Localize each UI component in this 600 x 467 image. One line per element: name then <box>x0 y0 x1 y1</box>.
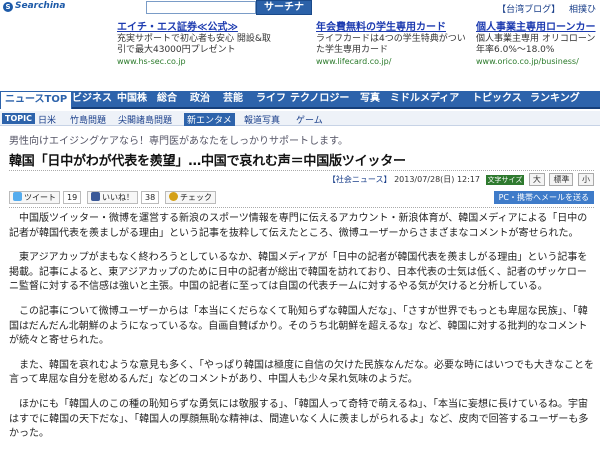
article-paragraph: また、韓国を哀れむような意見も多く、「やっぱり韓国は極度に自信の欠けた民族なんだ… <box>9 359 594 386</box>
topic-item[interactable]: 日米 <box>38 113 56 126</box>
ad-url[interactable]: www.lifecard.co.jp/ <box>316 57 471 66</box>
article-paragraph: ほかにも「韓国人のこの種の恥知らずな勇気には敬服する」、「韓国人って奇特で萌える… <box>9 398 589 440</box>
ad-text: ライフカードは4つの学生特典がついた学生専用カード <box>316 34 466 55</box>
like-label: いいね！ <box>102 193 134 202</box>
article-headline: 韓国「日中がわが代表を羨望」…中国で哀れむ声＝中国版ツイッター <box>9 154 406 169</box>
ad-url[interactable]: www.hs-sec.co.jp <box>117 57 272 66</box>
check-icon <box>169 192 178 201</box>
topic-item[interactable]: 報道写真 <box>244 113 280 126</box>
article-paragraph: 中国版ツイッター・微博を運営する新浪のスポーツ情報を専門に伝えるアカウント・新浪… <box>9 213 588 239</box>
like-button[interactable]: いいね！ <box>87 191 138 204</box>
site-logo[interactable]: S Searchina <box>3 1 66 14</box>
logo-text: Searchina <box>15 1 66 11</box>
article-category[interactable]: 【社会ニュース】 <box>328 175 392 184</box>
like-count: 38 <box>141 191 160 204</box>
topic-item-active[interactable]: 新エンタメ <box>184 113 235 126</box>
font-size-standard-button[interactable]: 標準 <box>549 173 574 186</box>
nav-technology[interactable]: テクノロジー <box>290 91 349 107</box>
topic-label: TOPIC <box>2 113 35 124</box>
check-label: チェック <box>180 193 212 202</box>
topic-item[interactable]: ゲーム <box>296 113 323 126</box>
tweet-count: 19 <box>63 191 82 204</box>
sponsored-subtitle[interactable]: 男性向けエイジングケアなら！専門医があなたをしっかりサポートします。 <box>9 132 348 147</box>
ad-title[interactable]: 年会費無料の学生専用カード <box>316 18 471 33</box>
nav-general[interactable]: 総合 <box>157 91 177 107</box>
article-date: 2013/07/28(日) 12:17 <box>394 175 481 184</box>
article-meta: 【社会ニュース】 2013/07/28(日) 12:17 文字サイズ 大 標準 … <box>328 173 594 186</box>
font-size-label: 文字サイズ <box>485 175 525 185</box>
tweet-button[interactable]: ツイート <box>9 191 60 204</box>
ad-title[interactable]: 個人事業主専用ローンカー <box>476 18 600 33</box>
nav-photos[interactable]: 写真 <box>360 91 380 107</box>
ad-url[interactable]: www.orico.co.jp/business/ <box>476 57 600 66</box>
nav-politics[interactable]: 政治 <box>190 91 210 107</box>
main-nav: ニュースTOP ビジネス 中国株 総合 政治 芸能 ライフ テクノロジー 写真 … <box>0 91 600 109</box>
tweet-label: ツイート <box>24 193 56 202</box>
topic-bar: TOPIC 日米 竹島問題 尖閣諸島問題 新エンタメ 報道写真 ゲーム <box>0 111 600 126</box>
ad-text: 個人事業主専用 オリコローン年率6.0%〜18.0% <box>476 34 596 55</box>
topic-item[interactable]: 竹島問題 <box>70 113 106 126</box>
divider <box>9 170 594 171</box>
font-size-small-button[interactable]: 小 <box>578 173 594 186</box>
ad-2[interactable]: 年会費無料の学生専用カード ライフカードは4つの学生特典がついた学生専用カード … <box>316 18 471 66</box>
nav-entertainment[interactable]: 芸能 <box>223 91 243 107</box>
send-mail-button[interactable]: PC・携帯へメールを送る <box>493 191 594 204</box>
ad-text: 充実サポートで初心者も安心 開設&取引で最大43000円プレゼント <box>117 34 271 55</box>
mixi-check-button[interactable]: チェック <box>165 191 216 204</box>
top-links: 【台湾ブログ】 相撲ひ <box>491 2 596 15</box>
nav-middle-media[interactable]: ミドルメディア <box>390 91 459 107</box>
twitter-icon <box>13 192 22 201</box>
nav-china-stocks[interactable]: 中国株 <box>117 91 147 107</box>
social-share-row: ツイート 19 いいね！ 38 チェック PC・携帯へメールを送る <box>9 191 594 207</box>
ad-1[interactable]: エイチ・エス証券≪公式≫ 充実サポートで初心者も安心 開設&取引で最大43000… <box>117 18 272 66</box>
search-input[interactable] <box>146 1 256 14</box>
article-paragraph: この記事について微博ユーザーからは「本当にくだらなくて恥知らずな韓国人だな」、「… <box>9 305 588 347</box>
ad-3[interactable]: 個人事業主専用ローンカー 個人事業主専用 オリコローン年率6.0%〜18.0% … <box>476 18 600 66</box>
topic-item[interactable]: 尖閣諸島問題 <box>118 113 172 126</box>
nav-topics[interactable]: トピックス <box>472 91 522 107</box>
nav-news-top[interactable]: ニュースTOP <box>0 91 73 109</box>
article-body: 中国版ツイッター・微博を運営する新浪のスポーツ情報を専門に伝えるアカウント・新浪… <box>9 212 595 452</box>
nav-ranking[interactable]: ランキング <box>530 91 580 107</box>
font-size-large-button[interactable]: 大 <box>528 173 545 186</box>
logo-mark-icon: S <box>3 2 13 12</box>
search-button[interactable]: サーチナ <box>256 0 312 15</box>
nav-life[interactable]: ライフ <box>256 91 286 107</box>
facebook-icon <box>91 192 100 201</box>
top-link-taiwan-blog[interactable]: 【台湾ブログ】 <box>497 5 560 15</box>
ad-title[interactable]: エイチ・エス証券≪公式≫ <box>117 18 272 33</box>
top-bar: S Searchina サーチナ 【台湾ブログ】 相撲ひ <box>0 0 600 16</box>
ad-area: エイチ・エス証券≪公式≫ 充実サポートで初心者も安心 開設&取引で最大43000… <box>0 16 600 90</box>
top-link-sumo[interactable]: 相撲ひ <box>569 5 596 15</box>
divider <box>9 207 594 208</box>
nav-business[interactable]: ビジネス <box>72 91 112 107</box>
article-paragraph: 東アジアカップがまもなく終わろうとしているなか、韓国メディアが「日中の記者が韓国… <box>9 252 588 293</box>
